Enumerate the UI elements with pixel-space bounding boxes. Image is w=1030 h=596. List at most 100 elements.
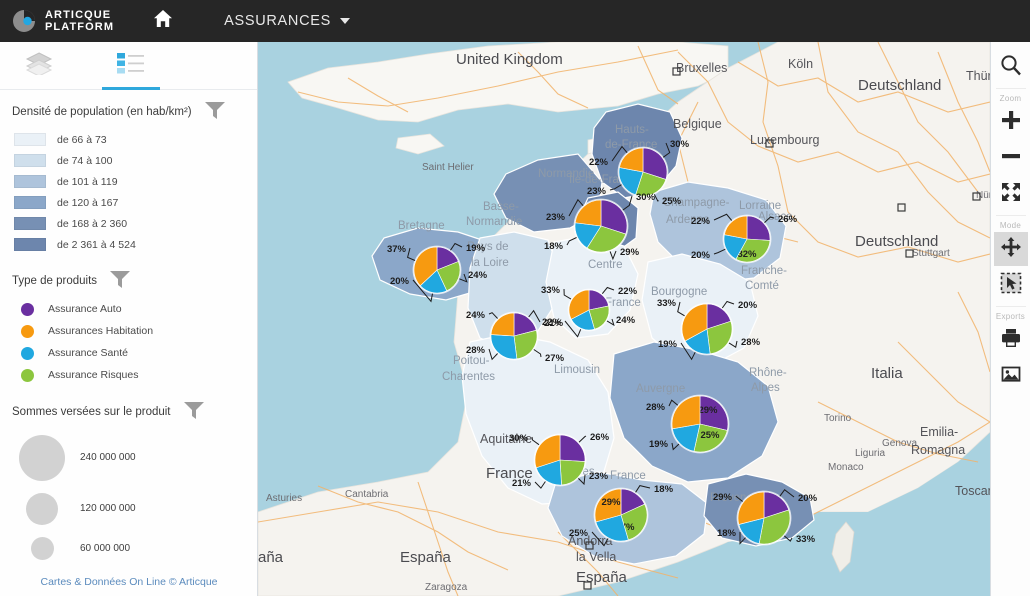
toolbar-divider xyxy=(995,88,1026,89)
pie-slice-label: 30% xyxy=(509,433,529,444)
pie-slice-label: 20% xyxy=(691,250,711,261)
toolbar-group-label-mode: Mode xyxy=(999,221,1022,230)
print-button[interactable] xyxy=(994,323,1028,357)
plus-icon xyxy=(1000,109,1022,136)
product-color-dot xyxy=(21,302,34,316)
size-legend-title: Sommes versées sur le produit xyxy=(12,405,171,418)
region-name-label: Centre xyxy=(588,259,623,271)
size-legend-circle xyxy=(30,537,54,560)
map-tools-toolbar: Zoom Mode Exports xyxy=(990,42,1030,596)
density-class-label: de 120 à 167 xyxy=(57,196,119,209)
size-legend-label: 120 000 000 xyxy=(80,503,136,514)
basemap-label: Romagna xyxy=(911,443,965,457)
left-panel: Densité de population (en hab/km²) de 66… xyxy=(0,42,258,596)
pie-slice-label: 20% xyxy=(738,300,758,311)
product-legend-label: Assurance Auto xyxy=(48,303,122,315)
density-class-row[interactable]: de 168 à 2 360 xyxy=(12,213,245,234)
density-class-row[interactable]: de 120 à 167 xyxy=(12,192,245,213)
search-button[interactable] xyxy=(994,50,1028,84)
product-legend-row[interactable]: Assurance Risques xyxy=(12,364,245,386)
product-legend-row[interactable]: Assurances Habitation xyxy=(12,320,245,342)
basemap-label: la Vella xyxy=(576,550,616,564)
funnel-icon[interactable] xyxy=(204,100,226,123)
density-class-label: de 66 à 73 xyxy=(57,133,107,146)
pie-slice-label: 33% xyxy=(541,285,561,296)
pie-slice-label: 22% xyxy=(691,216,711,227)
move-arrows-icon xyxy=(1000,236,1022,263)
pie-slice-label: 23% xyxy=(589,471,609,482)
product-color-dot xyxy=(21,368,34,382)
funnel-icon[interactable] xyxy=(109,269,131,292)
home-button[interactable] xyxy=(148,6,178,36)
region-name-label: Normandie xyxy=(466,216,522,228)
search-icon xyxy=(999,53,1023,82)
product-legend-row[interactable]: Assurance Auto xyxy=(12,298,245,320)
legend-tab[interactable] xyxy=(100,43,162,90)
pie-slice-label: 22% xyxy=(589,157,609,168)
layers-tab[interactable] xyxy=(8,43,70,89)
basemap-label: Toscana xyxy=(955,484,990,498)
basemap-label: Deutschland xyxy=(858,77,941,94)
pan-mode-button[interactable] xyxy=(993,232,1028,266)
basemap-label: Emilia- xyxy=(920,425,958,439)
pie-slice-label: 28% xyxy=(741,337,761,348)
product-legend-row[interactable]: Assurance Santé xyxy=(12,342,245,364)
map-svg[interactable]: United Kingdom Saint Helier Bruxelles Belgi… xyxy=(258,42,990,596)
pie-slice-label: 33% xyxy=(657,298,677,309)
pie-slice-label: 18% xyxy=(717,528,737,539)
project-selector[interactable]: ASSURANCES xyxy=(224,13,351,29)
region-name-label: France xyxy=(610,470,646,482)
density-class-swatch xyxy=(14,133,46,146)
export-image-button[interactable] xyxy=(994,359,1028,393)
basemap-label: Liguria xyxy=(855,448,885,459)
project-selector-label: ASSURANCES xyxy=(224,13,332,29)
density-class-swatch xyxy=(14,154,46,167)
density-class-row[interactable]: de 101 à 119 xyxy=(12,171,245,192)
footer-credit[interactable]: Cartes & Données On Line © Articque xyxy=(0,576,258,588)
panel-tabs xyxy=(0,42,257,90)
basemap-label: Thüringen xyxy=(966,69,990,83)
product-color-dot xyxy=(21,346,34,360)
region-name-label: la Loire xyxy=(471,257,509,269)
density-class-label: de 74 à 100 xyxy=(57,154,113,167)
density-class-row[interactable]: de 66 à 73 xyxy=(12,129,245,150)
product-legend-title: Type de produits xyxy=(12,274,98,287)
basemap-label: Saint Helier xyxy=(422,162,474,173)
zoom-out-button[interactable] xyxy=(994,141,1028,175)
pie-slice-label: 25% xyxy=(662,196,682,207)
density-legend-header: Densité de population (en hab/km²) xyxy=(12,100,245,123)
product-legend-label: Assurances Habitation xyxy=(48,325,154,337)
density-legend-title: Densité de population (en hab/km²) xyxy=(12,105,192,118)
density-legend: Densité de population (en hab/km²) de 66… xyxy=(0,90,257,255)
region-name-label: Rhône- xyxy=(749,367,787,379)
layers-icon xyxy=(25,51,53,80)
select-mode-button[interactable] xyxy=(994,268,1028,302)
zoom-fit-button[interactable] xyxy=(994,177,1028,211)
map-canvas[interactable]: United Kingdom Saint Helier Bruxelles Belgi… xyxy=(258,42,990,596)
brand-logo[interactable]: ARTICQUE PLATFORM xyxy=(0,7,114,35)
toolbar-divider xyxy=(995,215,1026,216)
region-name-label: Charentes xyxy=(442,371,495,383)
size-legend-header: Sommes versées sur le produit xyxy=(12,400,245,423)
basemap-label: Bruxelles xyxy=(676,61,727,75)
pie-slice-label: 29% xyxy=(601,497,621,508)
density-class-row[interactable]: de 2 361 à 4 524 xyxy=(12,234,245,255)
pie-slice-label: 26% xyxy=(590,432,610,443)
size-legend-row: 120 000 000 xyxy=(12,493,252,525)
region-name-label: Hauts- xyxy=(615,124,649,136)
basemap-label: Köln xyxy=(788,57,813,71)
pie-slice-label: 18% xyxy=(654,484,674,495)
product-legend-label: Assurance Risques xyxy=(48,369,139,381)
pie-slice-label: 30% xyxy=(636,192,656,203)
basemap-label: Luxembourg xyxy=(750,133,820,147)
basemap-label: Nürnberg xyxy=(976,190,990,201)
density-class-row[interactable]: de 74 à 100 xyxy=(12,150,245,171)
funnel-icon[interactable] xyxy=(183,400,205,423)
logo-line-2: PLATFORM xyxy=(45,21,115,33)
product-legend: Type de produits Assurance Auto Assurance… xyxy=(0,255,257,386)
pie-slice-label: 22% xyxy=(618,286,638,297)
basemap-label: United Kingdom xyxy=(456,51,563,68)
logo-line-1: ARTICQUE xyxy=(45,9,112,21)
top-navigation-bar: ARTICQUE PLATFORM ASSURANCES xyxy=(0,0,1030,42)
zoom-in-button[interactable] xyxy=(994,105,1028,139)
